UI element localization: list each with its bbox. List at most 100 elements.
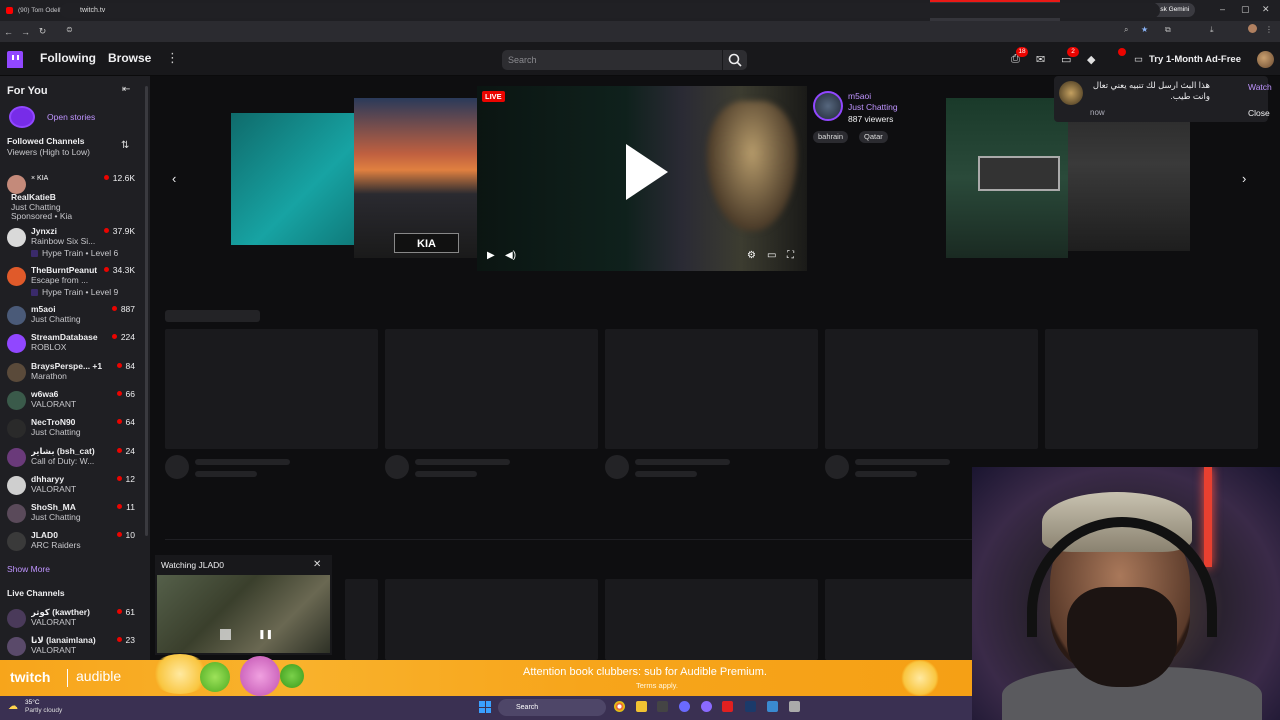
theatre-mode-icon[interactable]: ▭ — [767, 250, 776, 261]
bits-icon[interactable]: ◆ — [1087, 53, 1095, 66]
more-menu-icon[interactable]: ⋮ — [166, 50, 179, 66]
reload-icon[interactable]: ↻ — [34, 26, 51, 37]
featured-player[interactable]: LIVE ▶ ◀) ⚙ ▭ ⛶ — [477, 86, 807, 271]
steam-icon[interactable] — [745, 701, 756, 712]
channel-game: VALORANT — [31, 398, 77, 409]
sidebar-channel-item[interactable]: TheBurntPeanut Escape from ... Hype Train … — [0, 265, 150, 303]
avatar — [7, 267, 26, 286]
loading-card — [1045, 329, 1258, 449]
download-icon[interactable]: ⤓ — [1210, 25, 1214, 35]
app-icon[interactable] — [657, 701, 668, 712]
volume-icon[interactable]: ◀) — [505, 250, 516, 261]
open-stories-link[interactable]: Open stories — [47, 112, 95, 122]
decor-orb — [900, 660, 940, 696]
sidebar-channel-item[interactable]: dhharyy VALORANT 12 — [0, 474, 150, 502]
app-icon[interactable] — [767, 701, 778, 712]
show-more-link[interactable]: Show More — [7, 564, 50, 574]
discord-icon[interactable] — [679, 701, 690, 712]
collapse-sidebar-icon[interactable]: ⇤ — [122, 84, 130, 95]
chrome-icon[interactable] — [614, 701, 625, 712]
live-channel-item[interactable]: لانا (lanaimlana) VALORANT 23 — [0, 635, 150, 660]
sidebar-channel-item[interactable]: بشاير (bsh_cat) Call of Duty: W... 24 — [0, 446, 150, 474]
carousel-prev-icon[interactable]: ‹ — [172, 171, 176, 186]
avatar — [7, 362, 26, 382]
app-icon[interactable] — [701, 701, 712, 712]
nav-browse[interactable]: Browse — [108, 51, 151, 65]
carousel-card-kia-ad[interactable]: KIA — [354, 98, 477, 258]
featured-avatar[interactable] — [813, 91, 843, 121]
zoom-icon[interactable]: ⌕ — [1124, 25, 1128, 35]
weather-icon[interactable]: ☁ — [8, 701, 18, 712]
mini-player[interactable]: Watching JLAD0 ✕ ❚❚ — [155, 555, 332, 655]
featured-channel-name[interactable]: m5aoi — [848, 91, 871, 101]
play-button-icon[interactable]: ▶ — [487, 250, 495, 261]
app-icon[interactable] — [789, 701, 800, 712]
url-field[interactable]: twitch.tv — [60, 3, 1160, 18]
sidebar-scrollbar[interactable] — [145, 86, 148, 536]
sidebar-channel-item[interactable]: BraysPerspe... +1 Marathon 84 — [0, 361, 150, 389]
browser-menu-icon[interactable]: ⋮ — [1265, 25, 1273, 34]
search-icon — [728, 53, 742, 67]
loading-card — [385, 329, 598, 449]
sidebar-item-sponsored[interactable]: × KIA 12.6K RealKatieB Just Chatting Spo… — [0, 173, 150, 221]
live-channel-item[interactable]: كوثر (kawther) VALORANT 61 — [0, 607, 150, 635]
ad-free-button[interactable]: ▭ Try 1-Month Ad-Free — [1134, 51, 1241, 68]
bookmark-star-icon[interactable]: ★ — [1141, 25, 1148, 34]
mini-player-video[interactable]: ❚❚ — [157, 575, 330, 653]
sidebar-channel-item[interactable]: m5aoi Just Chatting 887 — [0, 304, 150, 332]
sort-icon[interactable]: ⇅ — [121, 140, 129, 151]
carousel-card[interactable] — [946, 98, 1068, 258]
mini-player-close-icon[interactable]: ✕ — [313, 559, 321, 570]
window-close-icon[interactable]: ✕ — [1262, 4, 1270, 15]
notifications-badge: 18 — [1016, 47, 1028, 57]
profile-avatar[interactable] — [1248, 24, 1257, 33]
decor-orb — [200, 662, 230, 692]
featured-game[interactable]: Just Chatting — [848, 102, 898, 112]
obs-icon[interactable] — [722, 701, 733, 712]
search-button[interactable] — [723, 50, 747, 70]
twitch-logo-icon[interactable] — [7, 51, 23, 68]
stream-thumbnail — [978, 156, 1060, 191]
back-icon[interactable]: ← — [0, 27, 17, 37]
minimize-icon[interactable]: – — [1220, 4, 1225, 14]
sidebar-channel-item[interactable]: NecTroN90 Just Chatting 64 — [0, 417, 150, 445]
site-info-icon[interactable]: ⊜ — [66, 25, 73, 34]
extension-icon[interactable]: ⧉ — [1165, 25, 1171, 35]
loading-card — [605, 329, 818, 449]
weather-description: Partly cloudy — [25, 707, 63, 714]
file-explorer-icon[interactable] — [636, 701, 647, 712]
tag[interactable]: Qatar — [859, 131, 888, 143]
expand-icon[interactable] — [220, 629, 231, 640]
windows-start-icon[interactable] — [479, 701, 491, 713]
nav-following[interactable]: Following — [40, 51, 96, 65]
fullscreen-icon[interactable]: ⛶ — [787, 250, 794, 261]
inbox-icon[interactable]: ✉ — [1036, 53, 1045, 66]
notification-close-button[interactable]: Close — [1248, 108, 1270, 118]
stories-avatar[interactable] — [9, 106, 35, 128]
forward-icon[interactable]: → — [17, 27, 34, 37]
sidebar-channel-item[interactable]: JLAD0 ARC Raiders 10 — [0, 530, 150, 558]
maximize-icon[interactable]: ▢ — [1241, 4, 1250, 15]
taskbar-search[interactable]: Search — [498, 699, 606, 716]
carousel-next-icon[interactable]: › — [1242, 171, 1246, 186]
carousel-card[interactable] — [231, 113, 356, 245]
sidebar-channel-item[interactable]: w6wa6 VALORANT 66 — [0, 389, 150, 417]
avatar — [7, 228, 26, 247]
audible-ad-banner[interactable]: twitch audible Attention book clubbers: … — [0, 654, 972, 696]
sidebar-channel-item[interactable]: Jynxzi Rainbow Six Si... Hype Train • Leve… — [0, 226, 150, 264]
crown-icon: ▭ — [1134, 54, 1143, 65]
search-input[interactable]: Search — [502, 50, 722, 70]
play-icon[interactable] — [626, 144, 668, 200]
channel-name: Jynxzi — [31, 226, 57, 236]
sidebar-channel-item[interactable]: StreamDatabase ROBLOX 224 — [0, 332, 150, 360]
carousel-card[interactable] — [1068, 106, 1190, 251]
settings-icon[interactable]: ⚙ — [747, 250, 756, 261]
sidebar-channel-item[interactable]: ShoSh_MA Just Chatting 11 — [0, 502, 150, 530]
twitch-wordmark: twitch — [10, 669, 51, 685]
avatar — [7, 504, 26, 524]
pause-icon[interactable]: ❚❚ — [258, 629, 273, 640]
user-avatar[interactable] — [1257, 51, 1274, 68]
viewer-count: 37.9K — [104, 226, 135, 236]
tag[interactable]: bahrain — [813, 131, 849, 143]
notification-watch-button[interactable]: Watch — [1248, 82, 1272, 92]
